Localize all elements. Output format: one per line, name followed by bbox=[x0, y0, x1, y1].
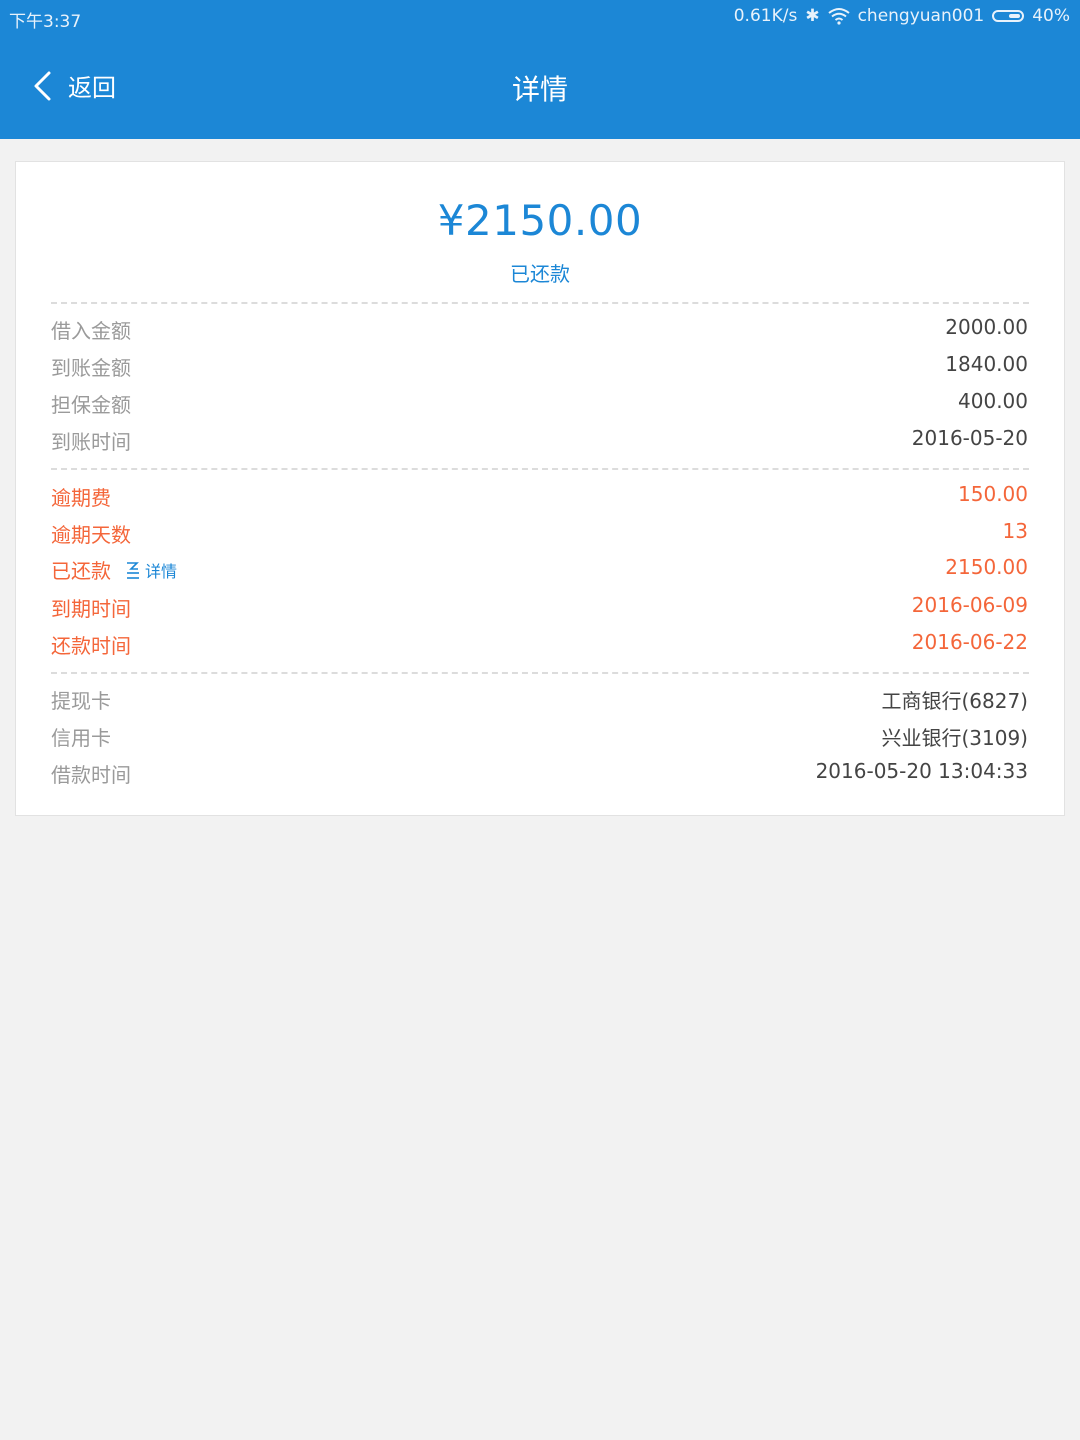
due-date-row: 到期时间 2016-06-09 bbox=[51, 593, 1028, 623]
row-label: 逾期天数 bbox=[51, 523, 131, 547]
wifi-icon bbox=[827, 7, 850, 25]
info-row: 借款时间 2016-05-20 13:04:33 bbox=[51, 759, 1028, 789]
row-label: 到账时间 bbox=[51, 430, 131, 454]
total-amount: ¥2150.00 bbox=[437, 196, 643, 245]
row-label: 已还款 bbox=[51, 559, 111, 583]
divider bbox=[51, 302, 1029, 304]
row-value: 2016-05-20 13:04:33 bbox=[815, 759, 1028, 783]
detail-card: ¥2150.00 已还款 借入金额 2000.00 到账金额 1840.00 担… bbox=[15, 161, 1065, 816]
overdue-row: 逾期费 150.00 bbox=[51, 482, 1028, 512]
row-label: 担保金额 bbox=[51, 393, 131, 417]
row-value: 兴业银行(3109) bbox=[881, 726, 1028, 750]
bluetooth-icon: ✱ bbox=[805, 6, 820, 26]
row-value: 2016-06-22 bbox=[911, 630, 1028, 654]
row-value: 400.00 bbox=[958, 389, 1028, 413]
row-label: 信用卡 bbox=[51, 726, 111, 750]
row-value: 工商银行(6827) bbox=[881, 689, 1028, 713]
row-value: 13 bbox=[1002, 519, 1028, 543]
repay-date-row: 还款时间 2016-06-22 bbox=[51, 630, 1028, 660]
network-speed: 0.61K/s bbox=[733, 6, 798, 26]
battery-percent: 40% bbox=[1032, 6, 1070, 26]
row-label: 还款时间 bbox=[51, 634, 131, 658]
repayment-status: 已还款 bbox=[510, 262, 570, 286]
row-label: 到期时间 bbox=[51, 597, 131, 621]
divider bbox=[51, 672, 1029, 674]
info-row: 到账时间 2016-05-20 bbox=[51, 426, 1028, 456]
info-row: 借入金额 2000.00 bbox=[51, 315, 1028, 345]
row-value: 1840.00 bbox=[945, 352, 1028, 376]
status-indicators: 0.61K/s ✱ chengyuan001 40% bbox=[734, 6, 1070, 26]
divider bbox=[51, 468, 1029, 470]
detail-link-label: 详情 bbox=[145, 561, 178, 581]
row-value: 2000.00 bbox=[945, 315, 1028, 339]
repayment-detail-link[interactable]: 详情 bbox=[125, 558, 177, 582]
navigation-bar: 返回 详情 bbox=[0, 52, 1080, 122]
row-label: 借入金额 bbox=[51, 319, 131, 343]
app-header: 下午3:37 0.61K/s ✱ chengyuan001 40% 返回 详情 bbox=[0, 0, 1080, 139]
row-label: 提现卡 bbox=[51, 689, 111, 713]
row-value: 2150.00 bbox=[945, 555, 1028, 579]
row-label: 逾期费 bbox=[51, 486, 111, 510]
info-row: 到账金额 1840.00 bbox=[51, 352, 1028, 382]
info-row: 提现卡 工商银行(6827) bbox=[51, 685, 1028, 715]
status-bar: 下午3:37 0.61K/s ✱ chengyuan001 40% bbox=[0, 0, 1080, 36]
info-row: 担保金额 400.00 bbox=[51, 389, 1028, 419]
info-row: 信用卡 兴业银行(3109) bbox=[51, 722, 1028, 752]
list-icon bbox=[125, 560, 141, 580]
row-value: 2016-05-20 bbox=[911, 426, 1028, 450]
page-title: 详情 bbox=[511, 73, 568, 106]
repaid-row: 已还款 详情 2150.00 bbox=[51, 555, 1028, 585]
overdue-row: 逾期天数 13 bbox=[51, 519, 1028, 549]
battery-icon bbox=[992, 10, 1025, 22]
row-label: 借款时间 bbox=[51, 763, 131, 787]
row-value: 150.00 bbox=[958, 482, 1028, 506]
row-value: 2016-06-09 bbox=[911, 593, 1028, 617]
row-label: 到账金额 bbox=[51, 356, 131, 380]
row-label-group: 已还款 详情 bbox=[51, 555, 177, 584]
status-time: 下午3:37 bbox=[9, 12, 82, 32]
account-name: chengyuan001 bbox=[857, 6, 985, 26]
